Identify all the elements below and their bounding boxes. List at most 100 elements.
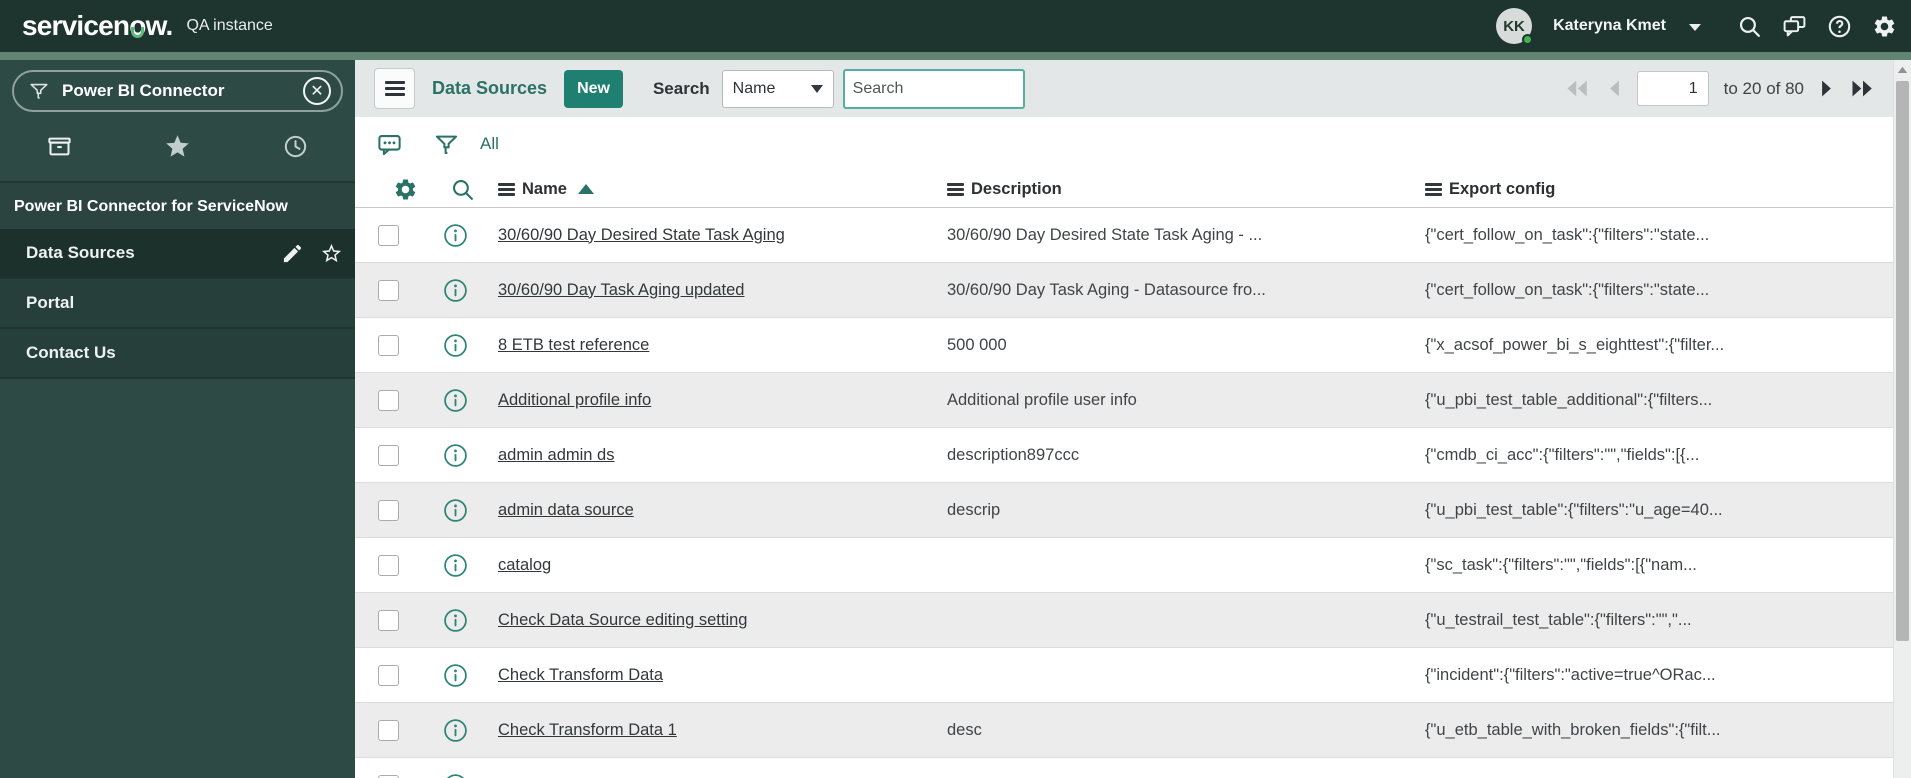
sidebar-item-data-sources[interactable]: Data Sources <box>0 229 355 279</box>
info-icon[interactable] <box>443 773 468 778</box>
app-window: servicen o w. QA instance KK Kateryna Kmet <box>0 0 1911 778</box>
info-icon[interactable] <box>443 333 468 358</box>
table-row[interactable]: Check Data Source editing setting {"u_te… <box>355 593 1911 648</box>
new-button[interactable]: New <box>564 69 623 108</box>
gear-icon[interactable] <box>1871 13 1897 39</box>
filter-icon[interactable] <box>432 130 460 158</box>
list-content: Data Sources New Search Name to 20 <box>355 60 1911 778</box>
first-page-button[interactable] <box>1564 78 1592 99</box>
page-title: Data Sources <box>432 78 548 98</box>
list-personalize-gear-icon[interactable] <box>375 177 435 202</box>
logo-text-prefix: servicen <box>22 10 130 41</box>
export-config-cell: {"cert_follow_on_task":{"filters":"state… <box>1425 280 1710 299</box>
list-search-icon[interactable] <box>435 177 490 202</box>
record-link[interactable]: Additional profile info <box>498 391 651 410</box>
column-menu-icon[interactable] <box>1425 182 1442 196</box>
record-link[interactable]: admin data source <box>498 501 634 520</box>
list-context-menu-button[interactable] <box>374 68 415 109</box>
sidebar-item-contact-us[interactable]: Contact Us <box>0 329 355 379</box>
page-number-input[interactable] <box>1636 71 1709 106</box>
tab-all-applications[interactable] <box>0 133 118 160</box>
record-link[interactable]: 30/60/90 Day Desired State Task Aging <box>498 226 785 245</box>
search-field-select[interactable]: Name <box>721 69 834 108</box>
table-row[interactable]: admin admin ds description897ccc {"cmdb_… <box>355 428 1911 483</box>
vertical-scrollbar[interactable] <box>1893 60 1911 778</box>
record-link[interactable]: Check Transform Data <box>498 666 663 685</box>
row-checkbox[interactable] <box>378 389 399 411</box>
column-header-name[interactable]: Name <box>490 180 947 199</box>
record-link[interactable]: 8 ETB test reference <box>498 336 649 355</box>
search-icon[interactable] <box>1736 13 1762 39</box>
info-icon[interactable] <box>443 388 468 413</box>
export-config-cell: {"cert_follow_on_task":{"filters":"state… <box>1425 225 1710 244</box>
servicenow-logo[interactable]: servicen o w. <box>22 10 174 42</box>
tab-history[interactable] <box>237 133 355 160</box>
info-icon[interactable] <box>443 278 468 303</box>
help-icon[interactable] <box>1826 13 1852 39</box>
record-link[interactable]: Check Transform Data 1 <box>498 721 677 740</box>
last-page-button[interactable] <box>1849 78 1877 99</box>
search-label: Search <box>652 78 710 98</box>
info-icon[interactable] <box>443 443 468 468</box>
row-checkbox[interactable] <box>378 774 399 778</box>
logo-text-suffix: w. <box>145 10 174 41</box>
row-checkbox[interactable] <box>378 444 399 466</box>
next-page-button[interactable] <box>1819 78 1834 99</box>
sidebar-item-portal[interactable]: Portal <box>0 279 355 329</box>
sort-ascending-icon <box>577 184 594 194</box>
row-checkbox[interactable] <box>378 609 399 631</box>
row-checkbox[interactable] <box>378 664 399 686</box>
column-menu-icon[interactable] <box>947 182 964 196</box>
row-checkbox[interactable] <box>378 279 399 301</box>
favorite-star-icon[interactable] <box>320 242 343 265</box>
row-checkbox[interactable] <box>378 224 399 246</box>
info-icon[interactable] <box>443 553 468 578</box>
tab-favorites[interactable] <box>118 133 236 160</box>
search-input[interactable] <box>842 68 1025 109</box>
table-row[interactable]: Check Transform Data {"incident":{"filte… <box>355 648 1911 703</box>
info-icon[interactable] <box>443 498 468 523</box>
export-config-cell: {"u_pbi_test_table":{"filters":"u_age=40… <box>1425 500 1723 519</box>
activity-stream-icon[interactable] <box>375 130 403 158</box>
user-menu[interactable]: Kateryna Kmet <box>1553 17 1666 35</box>
row-checkbox[interactable] <box>378 334 399 356</box>
info-icon[interactable] <box>443 223 468 248</box>
column-menu-icon[interactable] <box>498 182 515 196</box>
row-checkbox[interactable] <box>378 499 399 521</box>
user-avatar[interactable]: KK <box>1496 8 1534 45</box>
description-cell: 30/60/90 Day Task Aging - Datasource fro… <box>947 280 1266 299</box>
breadcrumb-all[interactable]: All <box>480 134 499 154</box>
clear-filter-icon[interactable]: ✕ <box>303 77 331 105</box>
edit-module-icon[interactable] <box>281 242 304 265</box>
record-link[interactable]: 30/60/90 Day Task Aging updated <box>498 281 744 300</box>
table-row[interactable]: Check Transform Data 1 desc {"u_etb_tabl… <box>355 703 1911 758</box>
column-header-export-config[interactable]: Export config <box>1425 180 1893 199</box>
navigator-filter-input[interactable]: Power BI Connector ✕ <box>12 70 343 112</box>
table-row[interactable]: CLR performance test 3 000 000; 500 000;… <box>355 758 1911 778</box>
table-row[interactable]: 30/60/90 Day Task Aging updated 30/60/90… <box>355 263 1911 318</box>
info-icon[interactable] <box>443 663 468 688</box>
table-row[interactable]: admin data source descrip {"u_pbi_test_t… <box>355 483 1911 538</box>
column-header-description[interactable]: Description <box>947 180 1425 199</box>
info-icon[interactable] <box>443 608 468 633</box>
previous-page-button[interactable] <box>1607 78 1622 99</box>
scroll-up-icon[interactable] <box>1894 60 1911 80</box>
info-icon[interactable] <box>443 718 468 743</box>
record-link[interactable]: Check Data Source editing setting <box>498 611 747 630</box>
description-cell: descrip <box>947 500 1001 519</box>
instance-name: QA instance <box>186 17 273 34</box>
record-link[interactable]: catalog <box>498 556 551 575</box>
chevron-down-icon[interactable] <box>1689 23 1701 31</box>
export-config-cell: {"u_pbi_test_table_additional":{"filters… <box>1425 390 1713 409</box>
table-row[interactable]: 8 ETB test reference 500 000 {"x_acsof_p… <box>355 318 1911 373</box>
row-checkbox[interactable] <box>378 719 399 741</box>
logo-o-mark: o <box>129 10 146 41</box>
funnel-icon <box>30 83 48 99</box>
scrollbar-thumb[interactable] <box>1896 81 1909 642</box>
table-row[interactable]: catalog {"sc_task":{"filters":"","fields… <box>355 538 1911 593</box>
table-row[interactable]: 30/60/90 Day Desired State Task Aging 30… <box>355 208 1911 263</box>
record-link[interactable]: admin admin ds <box>498 446 614 465</box>
row-checkbox[interactable] <box>378 554 399 576</box>
table-row[interactable]: Additional profile info Additional profi… <box>355 373 1911 428</box>
connect-chat-icon[interactable] <box>1781 13 1807 39</box>
